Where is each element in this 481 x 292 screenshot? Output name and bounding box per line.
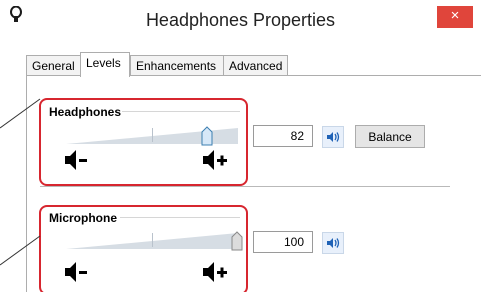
tab-advanced[interactable]: Advanced xyxy=(223,55,288,76)
speaker-icon xyxy=(327,238,340,248)
title-bar: Headphones Properties × xyxy=(0,0,481,44)
headphones-mute-button[interactable] xyxy=(322,126,344,148)
microphone-level-field[interactable]: 100 xyxy=(253,231,313,253)
speaker-icon xyxy=(327,132,340,142)
close-button[interactable]: × xyxy=(437,6,473,28)
callout-leader-lines xyxy=(0,98,41,266)
balance-button[interactable]: Balance xyxy=(355,125,425,148)
microphone-callout xyxy=(39,205,248,292)
microphone-mute-button[interactable] xyxy=(322,232,344,254)
separator xyxy=(40,186,450,187)
headphones-callout xyxy=(39,98,248,186)
window-title: Headphones Properties xyxy=(145,10,336,30)
headphones-level-field[interactable]: 82 xyxy=(253,125,313,147)
tab-levels[interactable]: Levels xyxy=(80,52,130,77)
tab-enhancements[interactable]: Enhancements xyxy=(130,55,224,76)
